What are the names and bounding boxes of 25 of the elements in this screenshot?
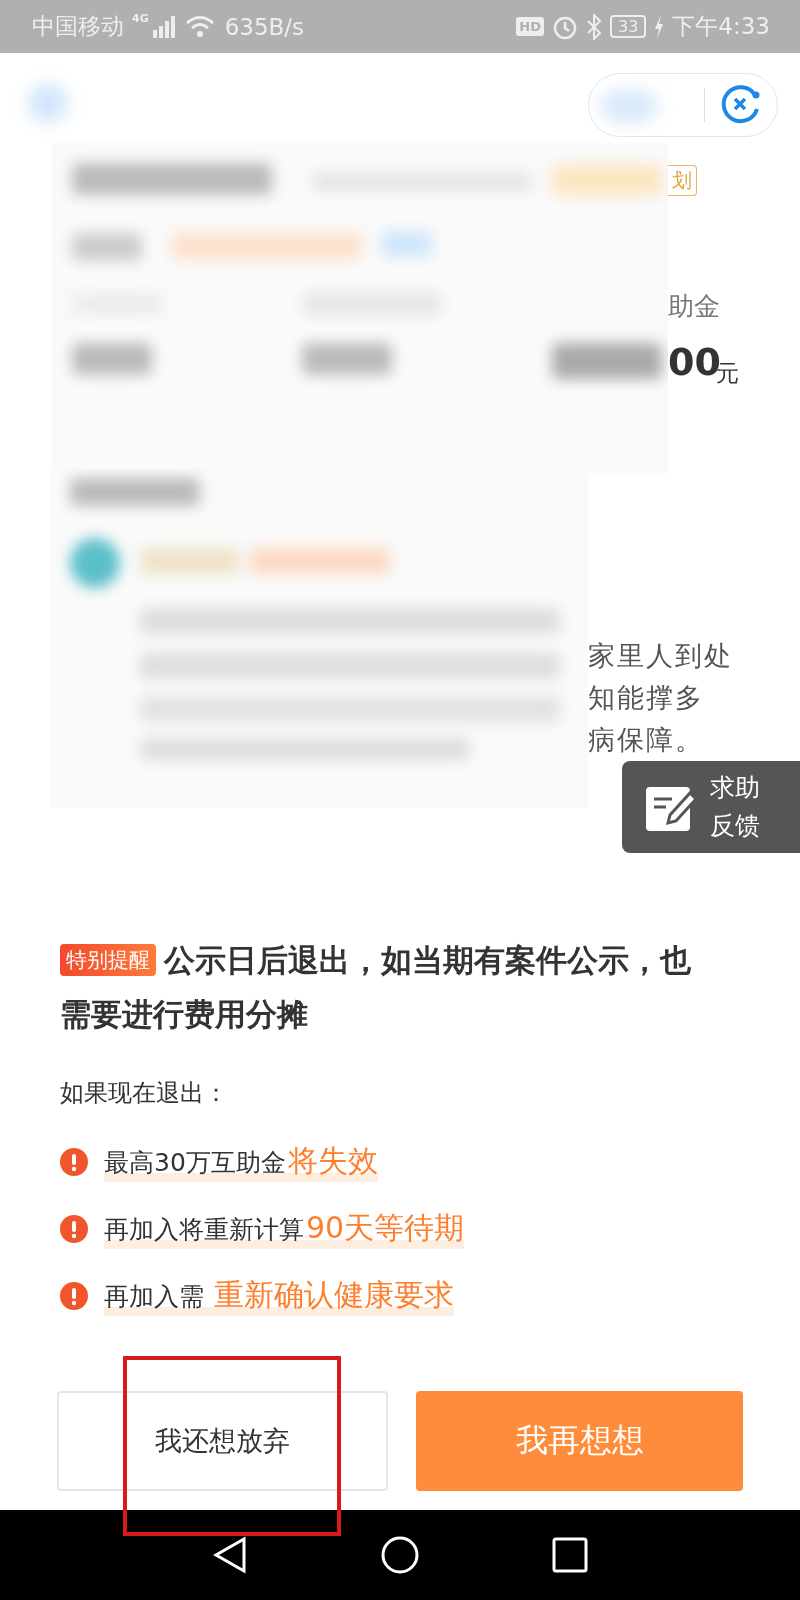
warning-icon	[60, 1147, 88, 1176]
notice-text: $^{特别提醒}$ 公示日后退出，如当期有案件公示，也需要进行费用分摊	[60, 941, 692, 1034]
help-feedback-button[interactable]: 求助 反馈	[622, 761, 800, 853]
recent-apps-icon[interactable]	[552, 1537, 588, 1573]
network-type: 4G	[132, 12, 149, 25]
story-text: 病保障。	[588, 723, 705, 757]
signal-icon	[150, 15, 177, 38]
back-icon[interactable]	[212, 1535, 248, 1575]
charging-icon	[654, 14, 665, 39]
battery-level: 33	[610, 15, 647, 38]
intro-text: 如果现在退出：	[60, 1078, 229, 1109]
clock: 下午4:33	[672, 12, 770, 41]
home-icon[interactable]	[380, 1535, 420, 1575]
carrier-name: 中国移动	[32, 12, 124, 41]
blurred-region	[28, 83, 68, 123]
tag-label: 划	[668, 165, 697, 196]
warning-icon	[60, 1214, 88, 1243]
quit-button[interactable]: 我还想放弃	[57, 1391, 388, 1491]
warning-icon	[60, 1281, 88, 1310]
bluetooth-icon	[586, 13, 602, 40]
story-text: 知能撑多	[588, 681, 705, 715]
hd-badge: HD	[516, 17, 544, 36]
story-text: 家里人到处	[588, 639, 733, 673]
network-speed: 635B/s	[224, 13, 305, 40]
amount-label: 助金	[668, 290, 720, 323]
